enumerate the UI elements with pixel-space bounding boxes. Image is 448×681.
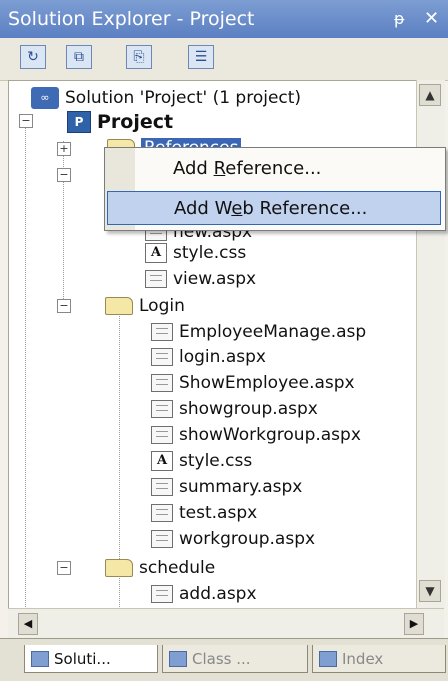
close-icon[interactable]: ✕	[424, 0, 439, 38]
collapse-icon[interactable]: −	[57, 299, 71, 313]
aspx-file-icon	[151, 477, 173, 496]
context-menu: Add Reference... Add Web Reference...	[104, 147, 446, 231]
refresh-icon[interactable]: ↻	[20, 45, 46, 69]
tab-class-view[interactable]: Class ...	[162, 645, 308, 673]
tree-row-file[interactable]: ShowEmployee.aspx	[151, 370, 355, 395]
scroll-left-icon[interactable]: ◀	[18, 613, 38, 635]
menu-item-add-web-reference[interactable]: Add Web Reference...	[107, 191, 441, 225]
class-view-icon	[169, 650, 187, 667]
view-code-icon[interactable]: ☰	[188, 45, 214, 69]
file-label: ShowEmployee.aspx	[179, 372, 355, 393]
aspx-file-icon	[145, 269, 167, 288]
collapse-icon[interactable]: −	[57, 168, 71, 182]
copy-project-icon[interactable]: ⧉	[66, 45, 92, 69]
tree-row-file[interactable]: showgroup.aspx	[151, 396, 318, 421]
tree-row-file[interactable]: EmployeeManage.asp	[151, 319, 366, 344]
window-title: Solution Explorer - Project	[8, 8, 255, 30]
aspx-file-icon	[151, 503, 173, 522]
file-label: style.css	[179, 450, 253, 471]
properties-icon[interactable]: ⎘	[126, 45, 152, 69]
file-label: view.aspx	[173, 268, 257, 289]
open-folder-icon	[105, 558, 133, 577]
scroll-down-icon[interactable]: ▼	[419, 580, 441, 602]
file-label: style.css	[173, 242, 247, 263]
solution-label: Solution 'Project' (1 project)	[65, 87, 302, 108]
tree-row-file[interactable]: login.aspx	[151, 344, 266, 369]
collapse-icon[interactable]: −	[19, 114, 33, 128]
pin-icon[interactable]: ᵽ	[394, 0, 405, 38]
tab-index[interactable]: Index	[312, 645, 446, 673]
web-project-icon: P	[67, 110, 91, 133]
css-file-icon: A	[151, 450, 173, 471]
collapse-icon[interactable]: −	[57, 561, 71, 575]
window-title-bar: Solution Explorer - Project ᵽ ✕	[0, 0, 448, 38]
tree-row-file[interactable]: showWorkgroup.aspx	[151, 422, 361, 447]
file-label: showWorkgroup.aspx	[179, 424, 361, 445]
aspx-file-icon	[151, 399, 173, 418]
help-index-icon	[319, 650, 337, 667]
asp-file-icon	[151, 322, 173, 341]
menu-item-add-reference[interactable]: Add Reference...	[107, 152, 441, 186]
tree-row-file[interactable]: A style.css	[151, 448, 252, 473]
tree-row-project[interactable]: P Project	[67, 109, 173, 134]
file-label: workgroup.aspx	[179, 528, 316, 549]
tree-row-solution[interactable]: ∞ Solution 'Project' (1 project)	[31, 85, 301, 110]
file-label: add.aspx	[179, 583, 257, 604]
tree-row-file[interactable]: add.aspx	[151, 581, 257, 606]
tree-row-file[interactable]: view.aspx	[145, 266, 256, 291]
scroll-right-icon[interactable]: ▶	[404, 613, 424, 635]
solution-icon	[31, 650, 49, 667]
file-label: summary.aspx	[179, 476, 303, 497]
aspx-file-icon	[151, 425, 173, 444]
tab-label: Soluti...	[54, 649, 111, 668]
aspx-file-icon	[151, 373, 173, 392]
tree-row-file[interactable]: summary.aspx	[151, 474, 302, 499]
toolbar: ↻ ⧉ ⎘ ☰	[0, 38, 448, 81]
scroll-up-icon[interactable]: ▲	[419, 84, 441, 106]
tree-row-folder-login[interactable]: Login	[105, 293, 185, 318]
tree-row-file[interactable]: A style.css	[145, 240, 246, 265]
aspx-file-icon	[151, 584, 173, 603]
open-folder-icon	[105, 296, 133, 315]
folder-label: schedule	[139, 557, 216, 578]
tree-row-file[interactable]: test.aspx	[151, 500, 257, 525]
file-label: EmployeeManage.asp	[179, 321, 367, 342]
css-file-icon: A	[145, 242, 167, 263]
tab-label: Class ...	[192, 649, 251, 668]
tree-row-file[interactable]: workgroup.aspx	[151, 526, 315, 551]
folder-label: Login	[139, 295, 185, 316]
expand-icon[interactable]: +	[57, 142, 71, 156]
tab-label: Index	[342, 649, 384, 668]
solution-icon: ∞	[31, 86, 59, 109]
aspx-file-icon	[151, 347, 173, 366]
horizontal-scrollbar[interactable]: ◀ ▶	[8, 608, 444, 639]
project-label: Project	[97, 110, 174, 133]
tree-row-folder-schedule[interactable]: schedule	[105, 555, 215, 580]
file-label: showgroup.aspx	[179, 398, 318, 419]
aspx-file-icon	[151, 529, 173, 548]
file-label: login.aspx	[179, 346, 266, 367]
tab-solution-explorer[interactable]: Soluti...	[24, 645, 158, 673]
file-label: test.aspx	[179, 502, 258, 523]
panel-tabs: Soluti... Class ... Index	[0, 638, 448, 681]
